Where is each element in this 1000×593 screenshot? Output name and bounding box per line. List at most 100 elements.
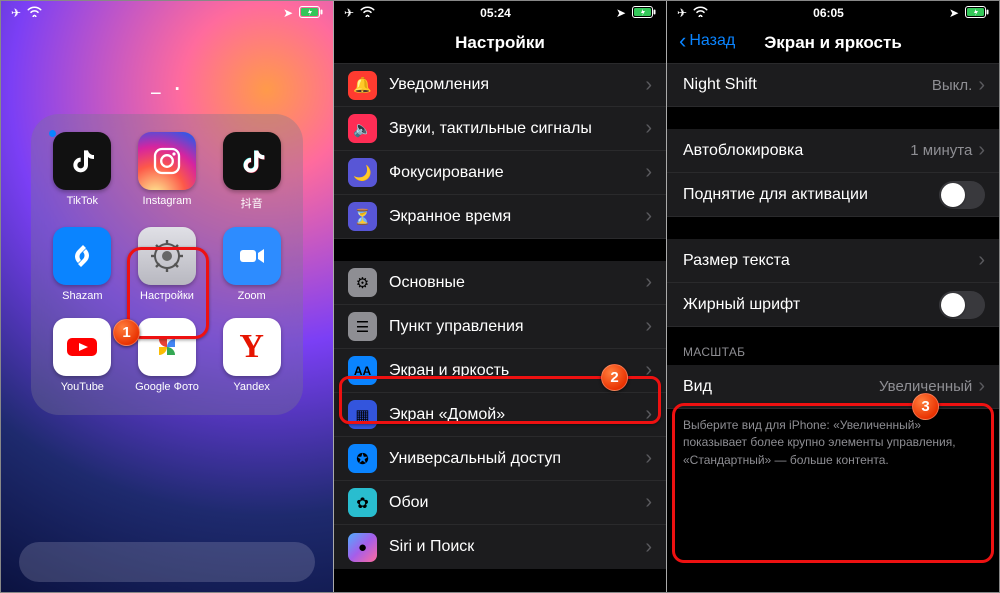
callout-badge-2: 2	[601, 364, 628, 391]
hourglass-icon: ⏳	[348, 202, 377, 231]
settings-list: 🔔Уведомления› 🔈Звуки, тактильные сигналы…	[334, 63, 666, 569]
sliders-icon: ☰	[348, 312, 377, 341]
app-label: 抖音	[241, 195, 263, 211]
location-icon: ➤	[616, 6, 626, 20]
status-bar: ✈ 05:24 ➤	[334, 1, 666, 25]
settings-root-panel: ✈ 05:24 ➤ Настройки 🔔Уведомления› 🔈Звуки…	[333, 1, 666, 592]
airplane-icon: ✈	[677, 6, 687, 20]
row-text-size[interactable]: Размер текста›	[667, 239, 999, 283]
google-photos-icon	[138, 318, 196, 376]
row-accessibility[interactable]: ✪Универсальный доступ›	[334, 437, 666, 481]
yandex-icon: Y	[223, 318, 281, 376]
chevron-right-icon: ›	[645, 315, 652, 338]
row-general[interactable]: ⚙Основные›	[334, 261, 666, 305]
chevron-left-icon: ‹	[679, 34, 686, 48]
location-icon: ➤	[283, 6, 293, 20]
section-header-scale: МАСШТАБ	[667, 327, 999, 365]
app-label: TikTok	[67, 195, 98, 207]
row-night-shift[interactable]: Night ShiftВыкл.›	[667, 63, 999, 107]
grid-icon: ▦	[348, 400, 377, 429]
chevron-right-icon: ›	[645, 271, 652, 294]
app-google-photos[interactable]: Google Фото	[130, 318, 205, 393]
nav-bar: ‹ Назад Экран и яркость	[667, 25, 999, 63]
app-label: Shazam	[62, 290, 102, 302]
row-display-zoom[interactable]: ВидУвеличенный›	[667, 365, 999, 409]
row-control-center[interactable]: ☰Пункт управления›	[334, 305, 666, 349]
status-bar: ✈ ➤	[1, 1, 333, 25]
instagram-icon	[138, 132, 196, 190]
row-focus[interactable]: 🌙Фокусирование›	[334, 151, 666, 195]
row-bold-text[interactable]: Жирный шрифт	[667, 283, 999, 327]
app-zoom[interactable]: Zoom	[214, 227, 289, 302]
chevron-right-icon: ›	[645, 403, 652, 426]
wifi-icon	[360, 6, 375, 20]
accessibility-icon: ✪	[348, 444, 377, 473]
row-notifications[interactable]: 🔔Уведомления›	[334, 63, 666, 107]
moon-icon: 🌙	[348, 158, 377, 187]
chevron-right-icon: ›	[645, 536, 652, 559]
app-label: Instagram	[143, 195, 192, 207]
app-shazam[interactable]: Shazam	[45, 227, 120, 302]
row-raise-to-wake[interactable]: Поднятие для активации	[667, 173, 999, 217]
bold-switch[interactable]	[939, 291, 985, 319]
app-douyin[interactable]: 抖音	[214, 132, 289, 211]
nav-title: Настройки	[334, 25, 666, 63]
battery-icon	[299, 6, 323, 21]
bell-icon: 🔔	[348, 71, 377, 100]
chevron-right-icon: ›	[978, 139, 985, 162]
app-yandex[interactable]: Y Yandex	[214, 318, 289, 393]
row-siri[interactable]: ●Siri и Поиск›	[334, 525, 666, 569]
chevron-right-icon: ›	[978, 375, 985, 398]
section-footer-scale: Выберите вид для iPhone: «Увеличенный» п…	[667, 409, 999, 481]
chevron-right-icon: ›	[645, 447, 652, 470]
status-bar: ✈ 06:05 ➤	[667, 1, 999, 25]
settings-icon	[138, 227, 196, 285]
chevron-right-icon: ›	[645, 161, 652, 184]
chevron-right-icon: ›	[645, 491, 652, 514]
gear-icon: ⚙	[348, 268, 377, 297]
wifi-icon	[693, 6, 708, 20]
app-youtube[interactable]: YouTube	[45, 318, 120, 393]
notification-dot-icon	[49, 130, 56, 137]
battery-icon	[632, 6, 656, 21]
siri-icon: ●	[348, 533, 377, 562]
app-folder[interactable]: TikTok Instagram 抖音	[31, 114, 303, 415]
dock	[19, 542, 315, 582]
app-settings[interactable]: Настройки	[130, 227, 205, 302]
status-time: 06:05	[813, 6, 844, 20]
zoom-icon	[223, 227, 281, 285]
status-time: 05:24	[480, 6, 511, 20]
chevron-right-icon: ›	[645, 74, 652, 97]
battery-icon	[965, 6, 989, 21]
display-settings-list: Night ShiftВыкл.› Автоблокировка1 минута…	[667, 63, 999, 481]
airplane-icon: ✈	[344, 6, 354, 20]
chevron-right-icon: ›	[978, 74, 985, 97]
tiktok-icon	[53, 132, 111, 190]
wifi-icon	[27, 6, 42, 20]
nav-title: Экран и яркость	[764, 33, 902, 52]
row-autolock[interactable]: Автоблокировка1 минута›	[667, 129, 999, 173]
app-label: Yandex	[233, 381, 270, 393]
app-label: YouTube	[61, 381, 104, 393]
speaker-icon: 🔈	[348, 114, 377, 143]
app-tiktok[interactable]: TikTok	[45, 132, 120, 211]
youtube-icon	[53, 318, 111, 376]
chevron-right-icon: ›	[978, 249, 985, 272]
raise-switch[interactable]	[939, 181, 985, 209]
row-wallpaper[interactable]: ✿Обои›	[334, 481, 666, 525]
row-sounds[interactable]: 🔈Звуки, тактильные сигналы›	[334, 107, 666, 151]
app-label: Zoom	[238, 290, 266, 302]
back-button[interactable]: ‹ Назад	[679, 32, 735, 50]
shazam-icon	[53, 227, 111, 285]
app-instagram[interactable]: Instagram	[130, 132, 205, 211]
douyin-icon	[223, 132, 281, 190]
chevron-right-icon: ›	[645, 117, 652, 140]
callout-badge-3: 3	[912, 393, 939, 420]
row-home-screen[interactable]: ▦Экран «Домой»›	[334, 393, 666, 437]
app-label: Настройки	[140, 290, 194, 302]
display-brightness-panel: ✈ 06:05 ➤ ‹ Назад Экран и яркость Night …	[666, 1, 999, 592]
row-screentime[interactable]: ⏳Экранное время›	[334, 195, 666, 239]
textsize-icon: AA	[348, 356, 377, 385]
back-label: Назад	[689, 32, 735, 50]
chevron-right-icon: ›	[645, 359, 652, 382]
